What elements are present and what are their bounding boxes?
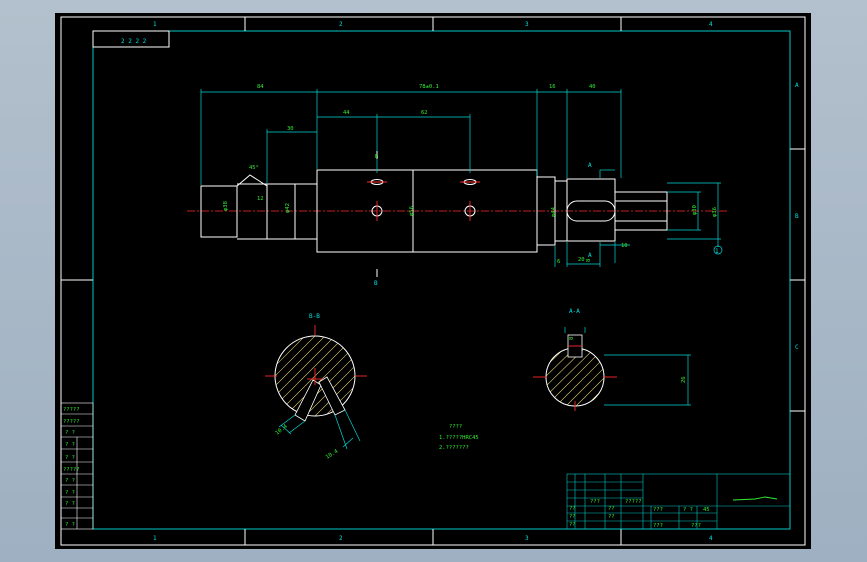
title-designer: ?? (569, 506, 576, 512)
zone-letter-c: C (795, 344, 799, 351)
zone-number-bottom-3: 3 (525, 535, 529, 542)
dim-len-20: 20 (578, 257, 585, 263)
title-drawing-no: ??? (691, 523, 701, 529)
section-markers: B B A A (374, 151, 592, 287)
dim-left-span: 84 (257, 84, 264, 90)
notes-line2: 2.??????? (439, 445, 469, 451)
title-logo-mark (732, 496, 778, 501)
zone-ticks (61, 17, 805, 545)
shaft-segment-2 (237, 183, 268, 240)
title-approve: ?? (569, 522, 576, 528)
shaft-front-view[interactable] (187, 169, 727, 253)
dim-dia-end-outer: φ36 (712, 207, 718, 217)
revision-cell-4: ? ? (65, 442, 75, 448)
revision-table: ????? ????? ? ? ? ? ? ? ????? ? ? ? ? ? … (60, 402, 94, 530)
dim-bb-1: 10.4 (275, 423, 290, 436)
ref-circle-label: 1 (715, 248, 719, 255)
notes-title: ???? (449, 424, 462, 430)
title-checker: ?? (569, 514, 576, 520)
revision-cell-2: ????? (63, 419, 80, 425)
section-a-top: A (588, 162, 592, 169)
section-bb-view[interactable]: B-B 10.4 10.4 (265, 313, 367, 461)
zone-number-bottom-1: 1 (153, 535, 157, 542)
dim-angle: 45° (249, 165, 259, 171)
zone-letter-a: A (795, 82, 799, 89)
section-b-bottom: B (374, 280, 378, 287)
dim-dia-left: φ38 (223, 201, 229, 211)
dim-hole-spacing: 62 (421, 110, 428, 116)
zone-number-top-3: 3 (525, 21, 529, 28)
title-name-caption: ??? (653, 523, 663, 529)
dim-aa-key: 8 (569, 337, 575, 340)
dim-dia-end: φ30 (692, 205, 698, 215)
section-bb-title: B-B (309, 313, 320, 320)
revision-cell-7: ? ? (65, 478, 75, 484)
drawing-border (92, 30, 791, 530)
title-block: ?? ?? ?? ??? ?? ?? ????? ??? ? ? 45 ??? … (566, 473, 791, 530)
section-bb-hole-2 (318, 376, 346, 416)
dim-bb-2: 10.4 (325, 448, 340, 460)
title-cell-b: ?? (608, 506, 615, 512)
notes-line1: 1.?????HRC45 (439, 435, 479, 441)
section-aa-view[interactable]: A-A 8 26 (533, 308, 691, 411)
dim-len-6: 6 (557, 259, 560, 265)
dim-right-small: 16 (549, 84, 556, 90)
dim-len-8: 8 (586, 259, 592, 262)
zone-number-top-4: 4 (709, 21, 713, 28)
dim-dia-step: φ44 (551, 206, 557, 217)
sheet-outer-frame (60, 16, 806, 546)
revision-cell-3: ? ? (65, 430, 75, 436)
zone-number-bottom-2: 2 (339, 535, 343, 542)
revision-cell-1: ????? (63, 407, 80, 413)
revision-cell-5: ? ? (65, 455, 75, 461)
section-aa-title: A-A (569, 308, 580, 315)
revision-cell-6: ????? (63, 467, 80, 473)
dim-len-10: 10 (621, 243, 628, 249)
zone-letter-b: B (795, 213, 799, 220)
title-cell-a: ????? (625, 499, 642, 505)
revision-cell-9: ? ? (65, 501, 75, 507)
section-bb-hole-1 (294, 379, 322, 422)
dim-dia-shoulder: φ42 (285, 203, 291, 213)
dim-keyway-pos: 44 (343, 110, 350, 116)
dim-aa-depth: 26 (681, 376, 687, 383)
title-material: 45 (703, 507, 710, 513)
shaft-left-end (200, 185, 238, 238)
dim-dia-main: φ56 (409, 206, 415, 216)
zone-number-bottom-4: 4 (709, 535, 713, 542)
title-sheet: ? ? (683, 507, 693, 513)
dim-shoulder: 30 (287, 126, 294, 132)
title-cell-c: ?? (608, 514, 615, 520)
section-b-top: B (375, 154, 379, 160)
shaft-right-section (566, 178, 616, 242)
section-a-bottom: A (588, 252, 592, 259)
technical-notes: ???? 1.?????HRC45 2.??????? (439, 424, 479, 451)
shaft-dimension-lines (200, 89, 723, 267)
zone-number-top-2: 2 (339, 21, 343, 28)
dim-small-len: 12 (257, 196, 264, 202)
cad-drawing: 1 2 3 4 1 2 3 4 A B C 2 2 2 2 84 78±0.1 … (60, 16, 806, 546)
drawing-viewport[interactable]: 1 2 3 4 1 2 3 4 A B C 2 2 2 2 84 78±0.1 … (55, 13, 811, 549)
revision-cell-8: ? ? (65, 490, 75, 496)
shaft-dimension-texts: 84 78±0.1 16 40 30 44 62 45° 12 φ38 φ42 … (223, 84, 719, 265)
title-scale: ??? (653, 507, 663, 513)
corner-text: 2 2 2 2 (121, 38, 147, 45)
dim-middle-span: 78±0.1 (419, 84, 439, 90)
zone-number-top-1: 1 (153, 21, 157, 28)
dim-right-span: 40 (589, 84, 596, 90)
title-standard: ??? (590, 499, 600, 505)
revision-cell-10: ? ? (65, 522, 75, 528)
